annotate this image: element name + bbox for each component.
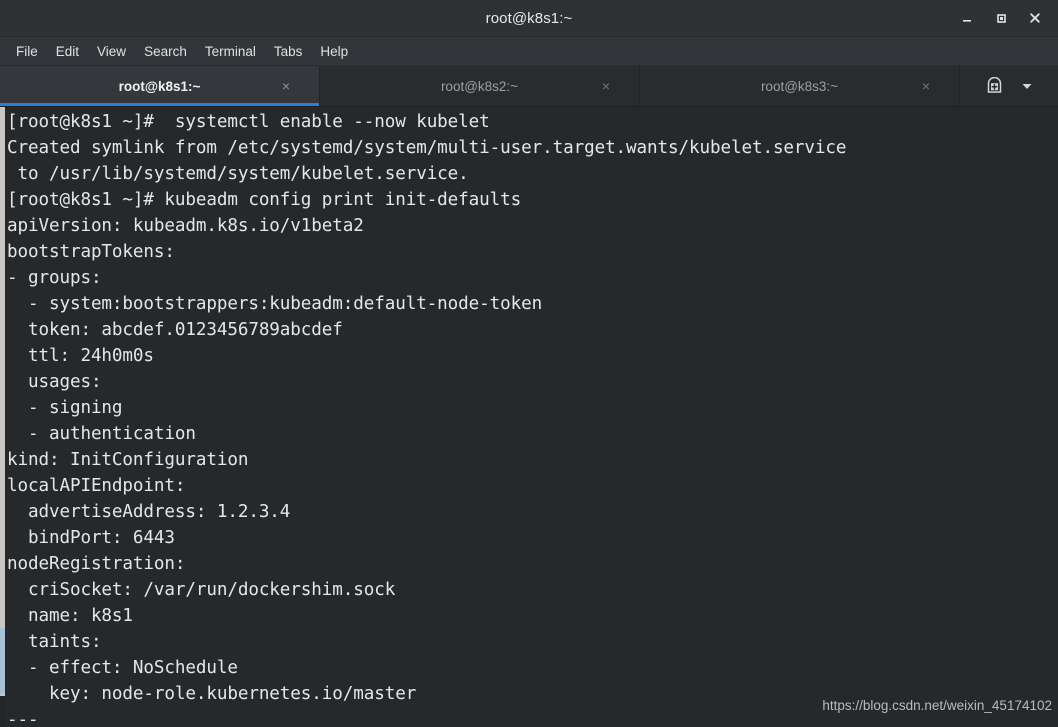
terminal-line: key: node-role.kubernetes.io/master (7, 684, 417, 704)
terminal-output[interactable]: [root@k8s1 ~]# systemctl enable --now ku… (5, 107, 1058, 727)
menu-item-edit[interactable]: Edit (47, 41, 88, 62)
terminal-line: [root@k8s1 ~]# systemctl enable --now ku… (7, 112, 490, 132)
terminal-line: --- (7, 710, 39, 727)
terminal-line: token: abcdef.0123456789abcdef (7, 320, 343, 340)
terminal-line: usages: (7, 372, 102, 392)
window-controls (950, 0, 1052, 36)
terminal-line: apiVersion: kubeadm.k8s.io/v1beta2 (7, 216, 364, 236)
terminal-line: [root@k8s1 ~]# kubeadm config print init… (7, 190, 522, 210)
tab-label: root@k8s1:~ (118, 78, 201, 94)
tab-label: root@k8s2:~ (440, 78, 519, 94)
active-tab-indicator (0, 103, 319, 106)
close-button[interactable] (1018, 3, 1052, 33)
terminal-line: - system:bootstrappers:kubeadm:default-n… (7, 294, 543, 314)
terminal-line: advertiseAddress: 1.2.3.4 (7, 502, 291, 522)
tab-close-icon[interactable]: × (919, 77, 933, 95)
minimize-button[interactable] (950, 3, 984, 33)
terminal-line: kind: InitConfiguration (7, 450, 249, 470)
terminal-line: - effect: NoSchedule (7, 658, 238, 678)
terminal-line: bootstrapTokens: (7, 242, 175, 262)
terminal-line: - groups: (7, 268, 102, 288)
tab-root-k8s3[interactable]: root@k8s3:~ × (640, 66, 960, 106)
menu-item-terminal[interactable]: Terminal (196, 41, 265, 62)
menu-item-tabs[interactable]: Tabs (265, 41, 312, 62)
title-bar: root@k8s1:~ (0, 0, 1058, 37)
terminal-window: root@k8s1:~ File Edit View Search Termin… (0, 0, 1058, 727)
terminal-line: name: k8s1 (7, 606, 133, 626)
new-tab-icon[interactable] (985, 76, 1004, 96)
maximize-icon (994, 11, 1008, 25)
tab-close-icon[interactable]: × (599, 77, 613, 95)
tab-bar-actions (960, 66, 1058, 106)
terminal-line: nodeRegistration: (7, 554, 186, 574)
chevron-down-icon[interactable] (1020, 79, 1034, 93)
terminal-line: taints: (7, 632, 102, 652)
terminal-line: to /usr/lib/systemd/system/kubelet.servi… (7, 164, 469, 184)
window-title: root@k8s1:~ (485, 9, 573, 27)
terminal-line: ttl: 24h0m0s (7, 346, 154, 366)
terminal-line: - authentication (7, 424, 196, 444)
terminal-line: bindPort: 6443 (7, 528, 175, 548)
terminal-line: - signing (7, 398, 123, 418)
menu-item-search[interactable]: Search (135, 41, 196, 62)
tab-label: root@k8s3:~ (760, 78, 839, 94)
terminal-line: Created symlink from /etc/systemd/system… (7, 138, 847, 158)
tab-bar: root@k8s1:~ × root@k8s2:~ × root@k8s3:~ … (0, 66, 1058, 107)
menu-item-file[interactable]: File (7, 41, 47, 62)
minimize-icon (960, 11, 974, 25)
maximize-button[interactable] (984, 3, 1018, 33)
terminal-line: criSocket: /var/run/dockershim.sock (7, 580, 396, 600)
menu-bar: File Edit View Search Terminal Tabs Help (0, 37, 1058, 66)
tab-close-icon[interactable]: × (279, 77, 293, 95)
menu-item-help[interactable]: Help (311, 41, 357, 62)
tab-root-k8s1[interactable]: root@k8s1:~ × (0, 66, 320, 106)
terminal-line: localAPIEndpoint: (7, 476, 186, 496)
menu-item-view[interactable]: View (88, 41, 135, 62)
terminal-area: [root@k8s1 ~]# systemctl enable --now ku… (0, 107, 1058, 727)
close-icon (1028, 11, 1042, 25)
tab-root-k8s2[interactable]: root@k8s2:~ × (320, 66, 640, 106)
